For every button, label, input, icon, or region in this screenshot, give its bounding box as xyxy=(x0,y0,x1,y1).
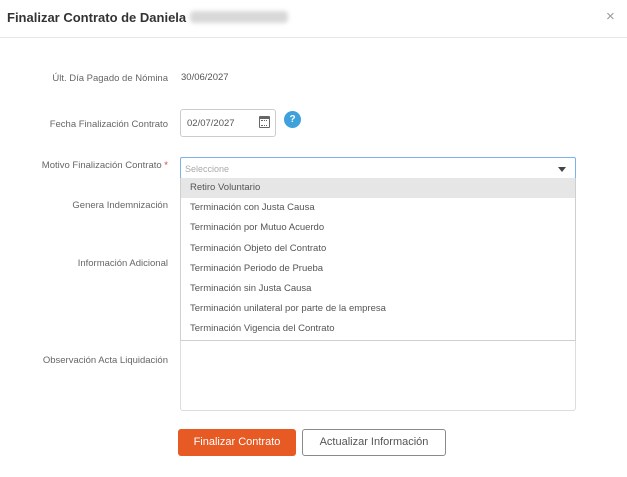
dropdown-option[interactable]: Terminación unilateral por parte de la e… xyxy=(181,299,575,319)
redacted-name xyxy=(190,11,289,23)
modal-header: Finalizar Contrato de Daniela × xyxy=(0,0,627,38)
reason-label: Motivo Finalización Contrato * xyxy=(0,160,168,171)
dropdown-option[interactable]: Terminación Objeto del Contrato xyxy=(181,239,575,259)
last-paid-day-label: Últ. Día Pagado de Nómina xyxy=(52,73,168,84)
dropdown-option[interactable]: Terminación sin Justa Causa xyxy=(181,279,575,299)
severance-label: Genera Indemnización xyxy=(72,200,168,211)
modal-title-text: Finalizar Contrato de Daniela xyxy=(7,10,187,25)
close-icon[interactable]: × xyxy=(606,8,615,25)
help-icon[interactable]: ? xyxy=(284,111,301,128)
observation-label: Observación Acta Liquidación xyxy=(42,355,168,366)
last-paid-day-value: 30/06/2027 xyxy=(181,72,229,83)
dropdown-option[interactable]: Terminación Vigencia del Contrato xyxy=(181,319,575,339)
reason-dropdown-list: Retiro Voluntario Terminación con Justa … xyxy=(180,178,576,341)
observation-textarea[interactable] xyxy=(180,340,576,411)
dropdown-option[interactable]: Terminación Periodo de Prueba xyxy=(181,259,575,279)
reason-select[interactable]: Seleccione xyxy=(180,157,576,179)
dropdown-option[interactable]: Terminación con Justa Causa xyxy=(181,198,575,218)
dropdown-option[interactable]: Retiro Voluntario xyxy=(181,178,575,199)
modal-title: Finalizar Contrato de Daniela xyxy=(7,10,289,25)
reason-placeholder: Seleccione xyxy=(185,164,230,174)
update-info-button[interactable]: Actualizar Información xyxy=(302,429,446,456)
calendar-icon[interactable] xyxy=(259,116,270,128)
dropdown-option[interactable]: Terminación por Mutuo Acuerdo xyxy=(181,218,575,238)
reason-label-text: Motivo Finalización Contrato xyxy=(41,160,162,171)
end-date-value: 02/07/2027 xyxy=(187,118,235,129)
finalize-contract-button[interactable]: Finalizar Contrato xyxy=(178,429,296,456)
required-mark: * xyxy=(164,160,168,171)
end-date-input[interactable]: 02/07/2027 xyxy=(180,109,276,137)
end-date-label: Fecha Finalización Contrato xyxy=(49,119,168,130)
additional-info-label: Información Adicional xyxy=(77,258,168,269)
caret-down-icon[interactable] xyxy=(558,167,566,172)
